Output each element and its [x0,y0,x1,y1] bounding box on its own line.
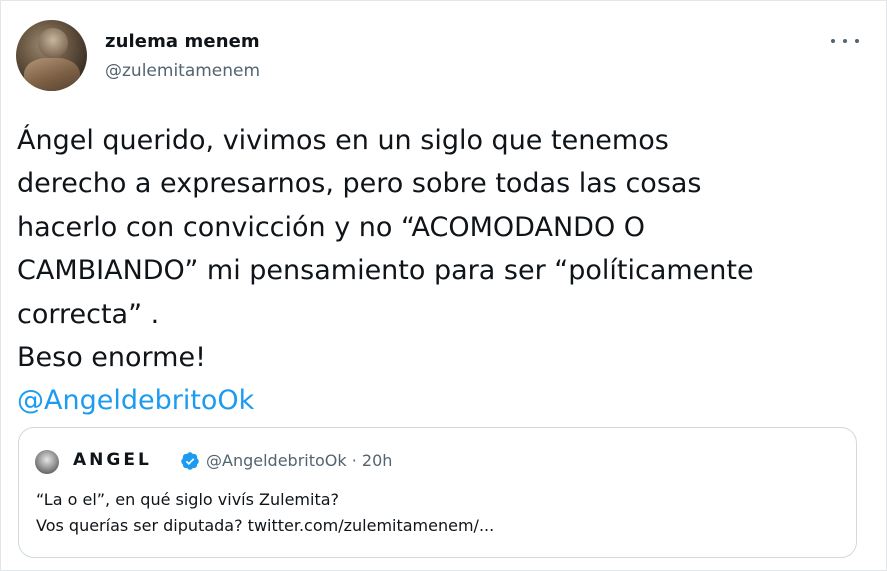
quoted-tweet-time[interactable]: 20h [362,451,393,470]
author-name[interactable]: zulema menem [105,31,260,52]
author-handle[interactable]: @zulemitamenem [105,61,260,81]
mention-link[interactable]: @AngeldebritoOk [17,385,254,416]
tweet-text-line: Ángel querido, vivimos en un siglo que t… [17,125,669,156]
quoted-author-avatar[interactable] [35,450,59,474]
meta-separator: · [351,451,357,470]
tweet-text-line: hacerlo con convicción y no “ACOMODANDO … [17,211,646,243]
avatar-photo-detail [38,28,68,58]
quoted-text-line: Vos querías ser diputada? twitter.com/zu… [36,516,495,535]
avatar-photo-detail [24,58,80,91]
author-avatar[interactable] [16,20,87,91]
quoted-author-name[interactable]: ANGEL [73,450,152,470]
quoted-text-line: “La o el”, en qué siglo vivís Zulemita? [36,490,340,509]
tweet-text-line: CAMBIANDO” mi pensamiento para ser “polí… [17,255,754,287]
quoted-author-handle[interactable]: @AngeldebritoOk [206,451,347,470]
quoted-tweet[interactable]: ANGEL @AngeldebritoOk · 20h “La o el”, e… [18,427,857,558]
tweet-text-line: correcta” . [17,298,160,330]
tweet-card: zulema menem @zulemitamenem Ángel querid… [0,0,887,571]
tweet-text-line: Beso enorme! [17,342,206,374]
more-options-icon[interactable] [831,31,859,51]
tweet-text-line: derecho a expresarnos, pero sobre todas … [17,168,702,200]
tweet-text: Ángel querido, vivimos en un siglo que t… [17,119,877,423]
verified-badge-icon [181,452,199,470]
quoted-tweet-text: “La o el”, en qué siglo vivís Zulemita? … [36,487,494,539]
quoted-tweet-meta: @AngeldebritoOk · 20h [206,451,392,470]
